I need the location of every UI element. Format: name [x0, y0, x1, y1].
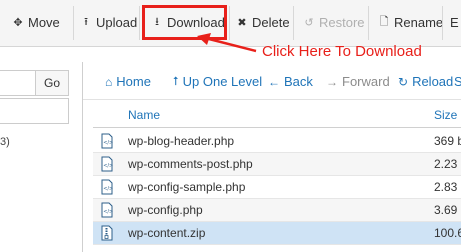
table-row-selected[interactable]: wp-content.zip 100.6: [93, 222, 461, 245]
file-name: wp-config.php: [128, 203, 203, 217]
file-list-panel: ⌂ Home ⭡ Up One Level ← Back → Forward ↻…: [82, 62, 461, 252]
home-label: Home: [116, 74, 151, 89]
file-size: 3.69 K: [434, 203, 461, 217]
forward-label: Forward: [342, 74, 390, 89]
table-row[interactable]: </> wp-config-sample.php 2.83 K: [93, 176, 461, 199]
php-file-icon: </>: [101, 133, 113, 149]
go-button[interactable]: Go: [35, 70, 69, 96]
file-name: wp-content.zip: [128, 226, 206, 240]
tree-item-fragment[interactable]: 3): [0, 136, 10, 148]
level-up-icon: ⭡: [173, 74, 179, 88]
table-row[interactable]: </> wp-config.php 3.69 K: [93, 199, 461, 222]
file-name: wp-blog-header.php: [128, 134, 235, 148]
size-column-header[interactable]: Size: [434, 108, 457, 122]
file-name: wp-comments-post.php: [128, 157, 253, 171]
name-column-header[interactable]: Name: [128, 108, 160, 122]
svg-text:</>: </>: [103, 140, 113, 146]
back-label: Back: [284, 74, 313, 89]
svg-text:</>: </>: [103, 163, 113, 169]
svg-text:</>: </>: [103, 186, 113, 192]
path-input[interactable]: [0, 70, 36, 96]
arrow-right-icon: →: [326, 74, 338, 89]
directory-field[interactable]: [0, 98, 69, 124]
file-size: 2.23 K: [434, 157, 461, 171]
table-row[interactable]: </> wp-comments-post.php 2.23 K: [93, 153, 461, 176]
table-header: Name Size: [93, 104, 461, 128]
php-file-icon: </>: [101, 202, 113, 218]
forward-link[interactable]: → Forward: [326, 74, 390, 89]
zip-file-icon: [101, 225, 113, 241]
back-link[interactable]: ← Back: [268, 74, 313, 89]
directory-tree-panel: Go 3): [0, 62, 82, 252]
up-one-level-label: Up One Level: [182, 74, 263, 89]
php-file-icon: </>: [101, 179, 113, 195]
select-all-label: S: [454, 74, 461, 89]
svg-text:</>: </>: [103, 209, 113, 215]
reload-label: Reload: [412, 74, 454, 89]
php-file-icon: </>: [101, 156, 113, 172]
home-icon: ⌂: [105, 74, 113, 89]
home-link[interactable]: ⌂ Home: [105, 74, 151, 89]
arrow-left-icon: ←: [268, 74, 280, 89]
reload-link[interactable]: ↻ Reload: [398, 74, 453, 89]
table-row[interactable]: </> wp-blog-header.php 369 b: [93, 130, 461, 153]
up-one-level-link[interactable]: ⭡ Up One Level: [173, 74, 262, 89]
file-name: wp-config-sample.php: [128, 180, 246, 194]
file-size: 100.6: [434, 226, 461, 240]
file-size: 2.83 K: [434, 180, 461, 194]
select-all-link[interactable]: S: [454, 74, 461, 89]
navigation-bar: ⌂ Home ⭡ Up One Level ← Back → Forward ↻…: [83, 62, 461, 100]
file-size: 369 b: [434, 134, 461, 148]
refresh-icon: ↻: [398, 74, 409, 89]
annotation-text: Click Here To Download: [262, 43, 422, 60]
